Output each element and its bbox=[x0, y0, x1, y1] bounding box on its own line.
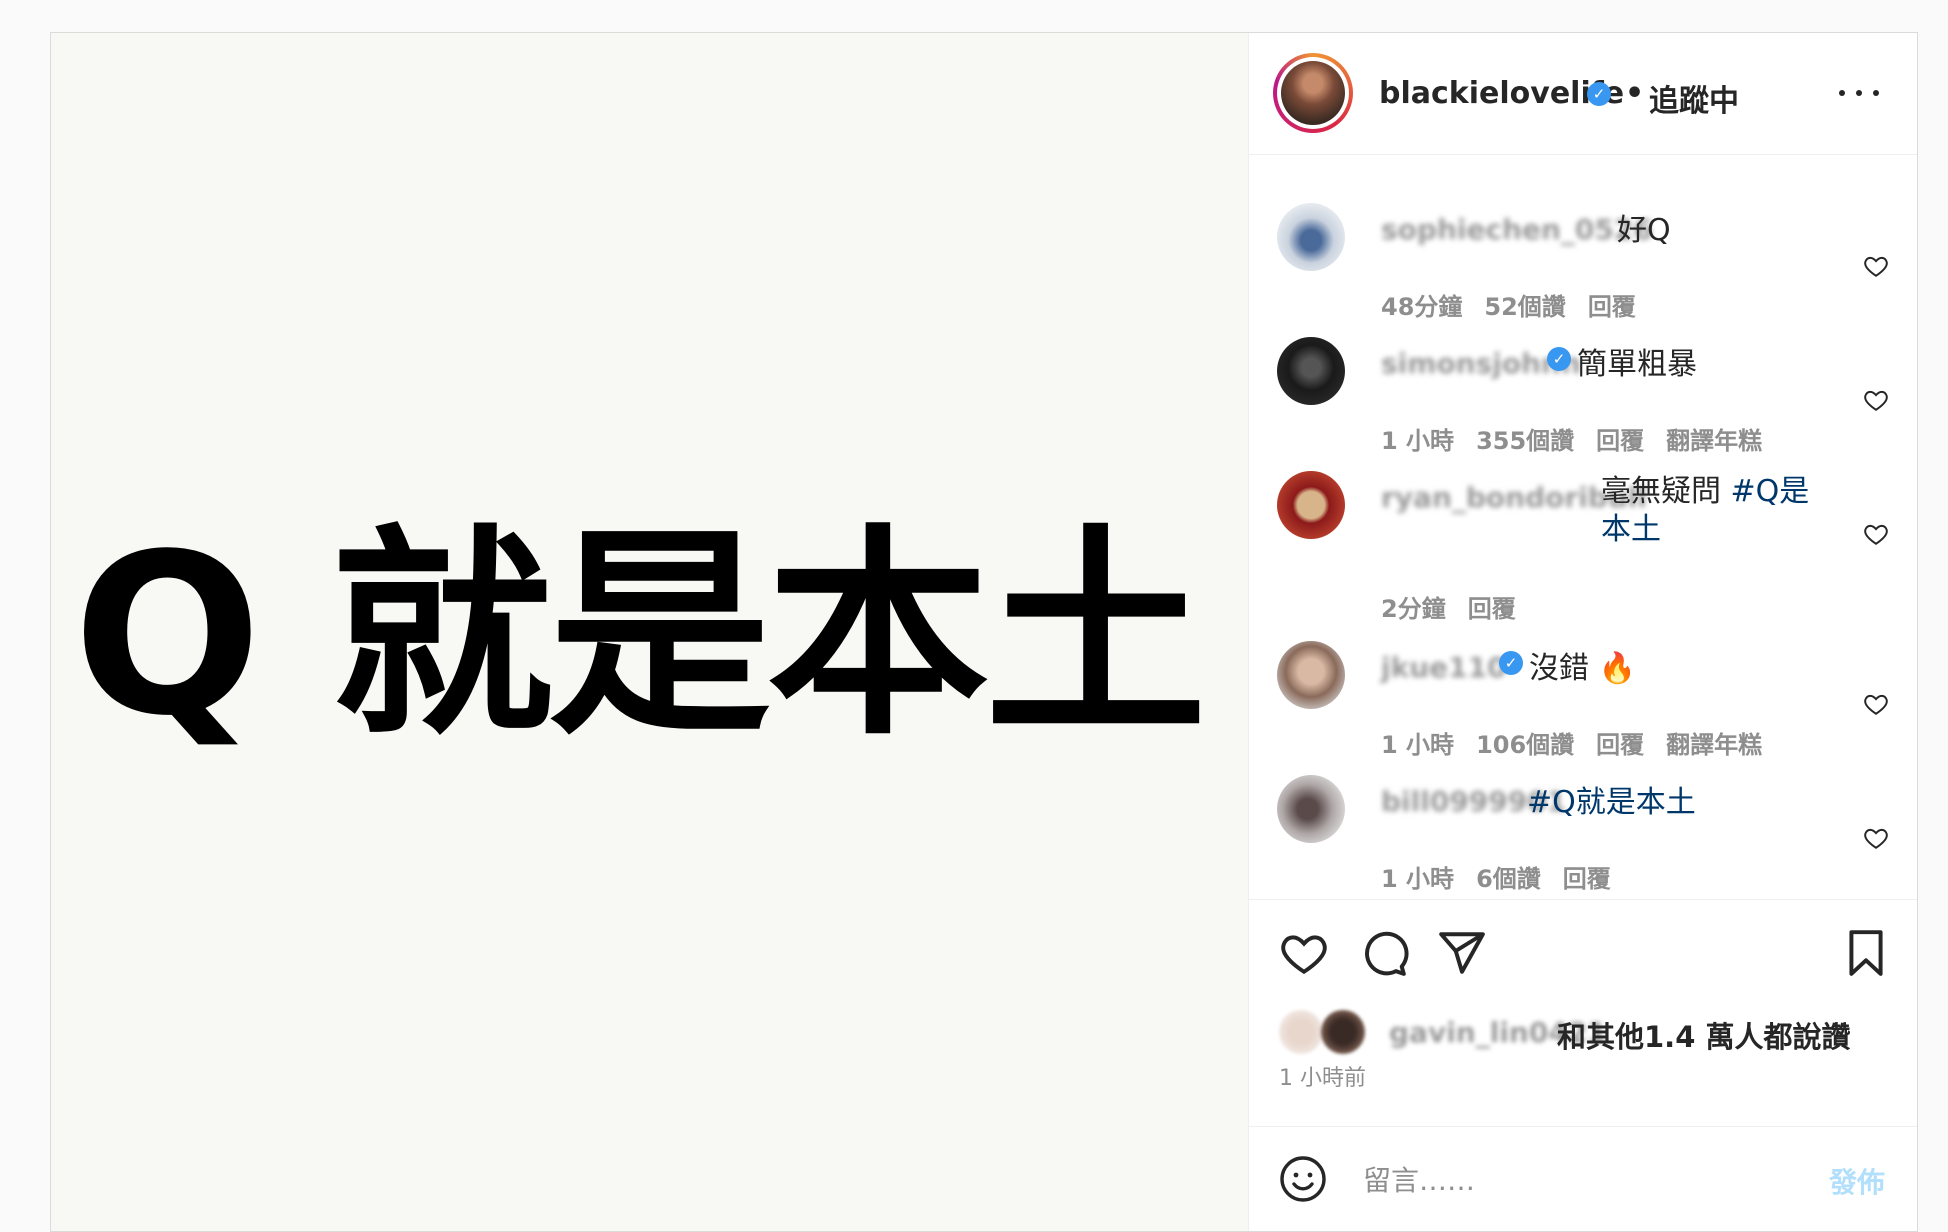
reply-button[interactable]: 回覆 bbox=[1563, 865, 1611, 893]
hashtag-link[interactable]: #Q就是本土 bbox=[1527, 777, 1696, 821]
commenter-avatar[interactable] bbox=[1277, 775, 1345, 843]
comment-heart-icon[interactable] bbox=[1863, 253, 1889, 279]
comment-heart-icon[interactable] bbox=[1863, 387, 1889, 413]
author-avatar[interactable] bbox=[1273, 53, 1353, 133]
comment-meta: 1 小時 6個讚 回覆 bbox=[1381, 859, 1633, 894]
comment-meta: 48分鐘 52個讚 回覆 bbox=[1381, 287, 1658, 322]
comment-heart-icon[interactable] bbox=[1863, 691, 1889, 717]
verified-badge-icon: ✓ bbox=[1499, 651, 1523, 675]
post-comment-button[interactable]: 發佈 bbox=[1829, 1161, 1885, 1201]
post-image[interactable]: Q 就是本土 bbox=[51, 33, 1249, 1231]
comment-text: 沒錯 🔥 bbox=[1529, 651, 1636, 686]
reply-button[interactable]: 回覆 bbox=[1596, 427, 1644, 455]
verified-badge-icon: ✓ bbox=[1547, 347, 1571, 371]
likes-summary[interactable]: 和其他1.4 萬人都說讚 bbox=[1557, 1014, 1850, 1056]
liked-by: gavin_lin0421 和其他1.4 萬人都說讚 bbox=[1279, 1010, 1850, 1054]
translate-button[interactable]: 翻譯年糕 bbox=[1666, 731, 1762, 759]
reply-button[interactable]: 回覆 bbox=[1588, 293, 1636, 321]
following-button[interactable]: 追蹤中 bbox=[1649, 76, 1739, 120]
comment-text: 毫無疑問 bbox=[1601, 474, 1731, 509]
reply-button[interactable]: 回覆 bbox=[1596, 731, 1644, 759]
commenter-username[interactable]: bill0999901 bbox=[1381, 785, 1566, 818]
comment-likes[interactable]: 355個讚 bbox=[1476, 427, 1574, 455]
commenter-avatar[interactable] bbox=[1277, 203, 1345, 271]
comment-text: 好Q bbox=[1617, 213, 1671, 248]
liker-avatar[interactable] bbox=[1321, 1010, 1365, 1054]
separator-dot: • bbox=[1625, 76, 1645, 111]
commenter-avatar[interactable] bbox=[1277, 337, 1345, 405]
comment-time[interactable]: 2分鐘 bbox=[1381, 595, 1446, 623]
comment-item: bill0999901 #Q就是本土 1 小時 6個讚 回覆 bbox=[1249, 775, 1917, 895]
comment-time[interactable]: 1 小時 bbox=[1381, 427, 1454, 455]
commenter-avatar[interactable] bbox=[1277, 471, 1345, 539]
post-actions: gavin_lin0421 和其他1.4 萬人都說讚 1 小時前 bbox=[1249, 899, 1917, 1160]
comment-text-wrap: 毫無疑問 #Q是本土 bbox=[1601, 473, 1831, 549]
reply-button[interactable]: 回覆 bbox=[1468, 595, 1516, 623]
verified-badge-icon: ✓ bbox=[1587, 82, 1611, 106]
comment-input[interactable] bbox=[1361, 1157, 1805, 1203]
comment-time[interactable]: 48分鐘 bbox=[1381, 293, 1462, 321]
comment-meta: 1 小時 106個讚 回覆 翻譯年糕 bbox=[1381, 725, 1784, 760]
share-icon[interactable] bbox=[1437, 928, 1487, 978]
comment-text: 簡單粗暴 bbox=[1577, 347, 1697, 382]
heart-icon[interactable] bbox=[1279, 928, 1329, 978]
commenter-username[interactable]: sophiechen_0526 bbox=[1381, 213, 1653, 246]
comment-meta: 1 小時 355個讚 回覆 翻譯年糕 bbox=[1381, 421, 1784, 456]
comment-heart-icon[interactable] bbox=[1863, 825, 1889, 851]
post-header: blackielovelife ✓ • 追蹤中 bbox=[1249, 33, 1917, 155]
emoji-icon[interactable] bbox=[1279, 1155, 1327, 1203]
comment-time[interactable]: 1 小時 bbox=[1381, 731, 1454, 759]
comment-item: simonsjohnn ✓ 簡單粗暴 1 小時 355個讚 回覆 翻譯年糕 bbox=[1249, 337, 1917, 457]
post-modal: Q 就是本土 blackielovelife ✓ • 追蹤中 sophieche… bbox=[50, 32, 1918, 1232]
comment-item: jkue110 ✓ 沒錯 🔥 1 小時 106個讚 回覆 翻譯年糕 bbox=[1249, 641, 1917, 761]
comment-likes[interactable]: 52個讚 bbox=[1484, 293, 1565, 321]
comment-likes[interactable]: 106個讚 bbox=[1476, 731, 1574, 759]
comment-item: ryan_bondoribull 毫無疑問 #Q是本土 2分鐘 回覆 bbox=[1249, 471, 1917, 624]
commenter-avatar[interactable] bbox=[1277, 641, 1345, 709]
bookmark-icon[interactable] bbox=[1841, 928, 1891, 978]
commenter-username[interactable]: jkue110 bbox=[1381, 651, 1507, 684]
post-timestamp[interactable]: 1 小時前 bbox=[1279, 1060, 1366, 1092]
comment-heart-icon[interactable] bbox=[1863, 521, 1889, 547]
liker-avatar[interactable] bbox=[1279, 1010, 1323, 1054]
post-side-panel: blackielovelife ✓ • 追蹤中 sophiechen_0526 … bbox=[1249, 33, 1917, 1231]
comment-icon[interactable] bbox=[1359, 928, 1409, 978]
comment-time[interactable]: 1 小時 bbox=[1381, 865, 1454, 893]
commenter-username[interactable]: ryan_bondoribull bbox=[1381, 481, 1647, 514]
comment-likes[interactable]: 6個讚 bbox=[1476, 865, 1541, 893]
more-options-icon[interactable] bbox=[1839, 83, 1879, 103]
post-image-text: Q 就是本土 bbox=[73, 507, 1207, 765]
add-comment-bar: 發佈 bbox=[1249, 1126, 1917, 1231]
translate-button[interactable]: 翻譯年糕 bbox=[1666, 427, 1762, 455]
comment-meta: 2分鐘 回覆 bbox=[1381, 589, 1538, 624]
comment-item: sophiechen_0526 好Q 48分鐘 52個讚 回覆 bbox=[1249, 203, 1917, 323]
commenter-username[interactable]: simonsjohnn bbox=[1381, 347, 1581, 380]
